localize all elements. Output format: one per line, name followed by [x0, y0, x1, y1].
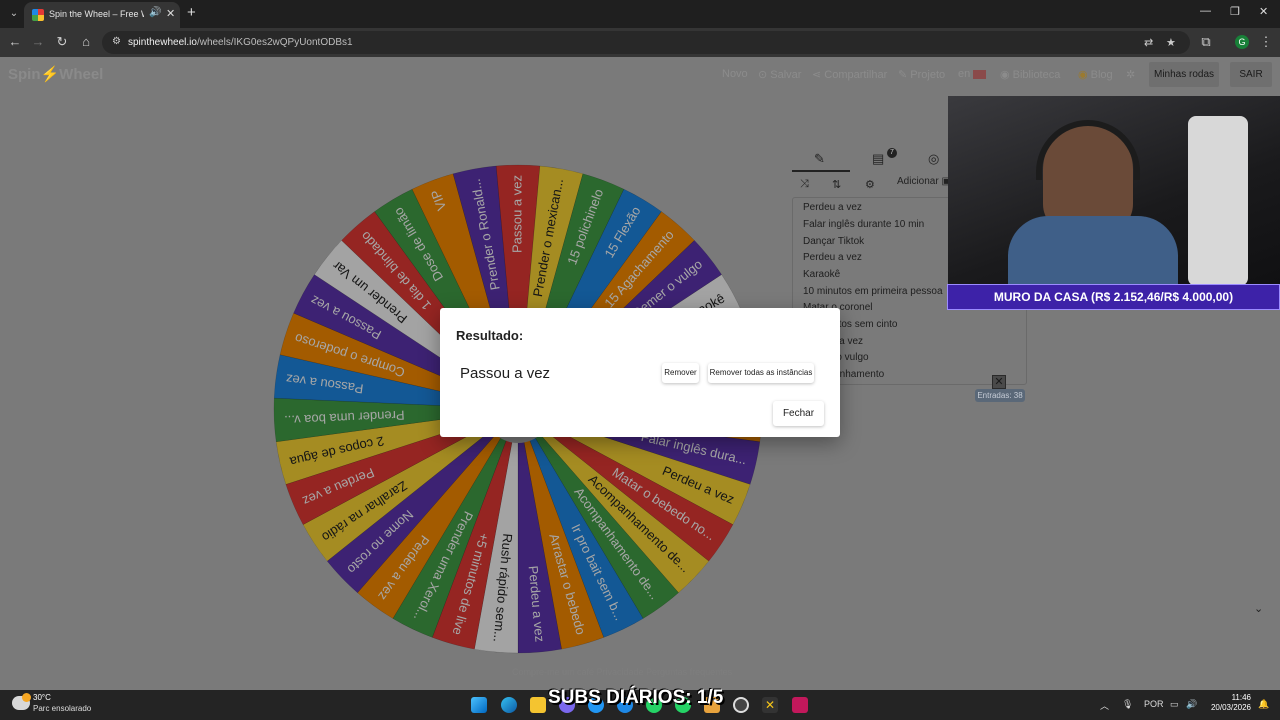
results-count-badge: 7 [887, 148, 897, 158]
obs-icon[interactable] [733, 697, 749, 713]
weather-desc: Parc ensolarado [33, 704, 92, 713]
file-explorer-icon[interactable] [530, 697, 546, 713]
speaker-icon[interactable]: 🔊 [149, 7, 161, 18]
shuffle-icon[interactable]: ⤨ [800, 178, 809, 191]
url-text: spinthewheel.io/wheels/IKG0es2wQPyUontOD… [128, 37, 353, 48]
forward-icon[interactable]: → [30, 34, 46, 49]
entry-line: Perdeu a vez [803, 202, 862, 213]
weather-sun-icon [22, 693, 31, 702]
result-title: Resultado: [456, 328, 524, 343]
reload-icon[interactable]: ↻ [54, 34, 70, 50]
new-tab-button[interactable]: + [187, 4, 196, 21]
menu-icon[interactable]: ⋮ [1258, 34, 1274, 50]
logout-button[interactable]: SAIR [1230, 62, 1272, 87]
edge-icon[interactable] [501, 697, 517, 713]
network-icon[interactable]: ▭ [1170, 699, 1179, 710]
streamer-shirt [1008, 216, 1178, 286]
nav-library[interactable]: ◉ Biblioteca [1000, 68, 1060, 81]
results-tab-icon[interactable]: ▤ [872, 151, 884, 167]
url-bar[interactable]: ⚙ spinthewheel.io/wheels/IKG0es2wQPyUont… [102, 31, 1190, 54]
home-icon[interactable]: ⌂ [78, 34, 94, 49]
close-tab-icon[interactable]: ✕ [166, 7, 175, 20]
notification-bell-icon[interactable]: 🔔 [1258, 699, 1269, 710]
chair [1188, 116, 1248, 286]
nav-share[interactable]: ⋖ Compartilhar [812, 68, 887, 81]
close-ad-icon[interactable]: ✕ [992, 375, 1006, 389]
edit-tab-pencil-icon[interactable]: ✎ [814, 151, 825, 167]
tray-chevron-icon[interactable]: ︿ [1100, 699, 1109, 712]
tab-search-icon[interactable]: ⌄ [6, 6, 22, 22]
blog-icon: ◉ [1078, 69, 1091, 81]
headphones [1036, 120, 1140, 180]
bookmark-star-icon[interactable]: ★ [1166, 36, 1176, 49]
weather-temp: 30°C [33, 693, 51, 702]
add-entry-button[interactable]: Adicionar ▣ [897, 176, 951, 187]
entry-line: 10 minutos em primeira pessoa [803, 286, 943, 297]
minimize-icon[interactable]: — [1200, 5, 1211, 17]
settings-gear-icon[interactable]: ⚙ [865, 178, 875, 191]
donation-goal-banner: MURO DA CASA (R$ 2.152,46/R$ 4.000,00) [947, 284, 1280, 310]
daily-subs-overlay: SUBS DIÁRIOS: 1/5 [548, 687, 724, 708]
active-tab-indicator [792, 170, 850, 172]
footer-links[interactable]: Compre-me um café Privacidade Perguntas … [512, 667, 732, 677]
nav-blog[interactable]: ◉ Blog [1078, 68, 1113, 81]
windows-taskbar: 30°C Parc ensolarado ✕ SUBS DIÁRIOS: 1/5… [0, 687, 1280, 720]
entries-count-badge: Entradas: 38 [975, 389, 1025, 402]
close-window-icon[interactable]: ✕ [1259, 5, 1268, 18]
close-dialog-button[interactable]: Fechar [773, 401, 824, 426]
share-icon: ⋖ [812, 69, 825, 81]
microphone-icon[interactable]: 🎙 [1122, 699, 1133, 710]
globe-icon: ◉ [1000, 69, 1013, 81]
site-info-icon[interactable]: ⚙ [112, 36, 121, 47]
favicon-icon [32, 9, 44, 21]
entry-line: Dançar Tiktok [803, 236, 865, 247]
tab-title: Spin the Wheel – Free Wheel Spinner [49, 9, 144, 19]
entry-line: Falar inglês durante 10 min [803, 219, 925, 230]
translate-icon[interactable]: ⇄ [1144, 36, 1153, 49]
tools-icon[interactable]: ✕ [762, 697, 778, 713]
pencil-icon: ✎ [898, 69, 911, 81]
webcam-overlay [948, 96, 1280, 286]
clock[interactable]: 11:46 20/03/2026 [1205, 693, 1251, 713]
remove-button[interactable]: Remover [662, 363, 699, 383]
save-icon: ⊙ [758, 69, 771, 81]
nav-save[interactable]: ⊙ Salvar [758, 68, 801, 81]
settings-icon[interactable]: ✲ [1126, 68, 1135, 81]
browser-tab[interactable]: Spin the Wheel – Free Wheel Spinner 🔊 ✕ [24, 2, 180, 28]
browser-tab-strip: ⌄ Spin the Wheel – Free Wheel Spinner 🔊 … [0, 0, 1280, 28]
restore-icon[interactable]: ❐ [1230, 5, 1240, 18]
hide-eye-icon[interactable]: ◎ [928, 151, 939, 167]
result-dialog: Resultado: Passou a vez Remover Remover … [440, 308, 840, 437]
keyboard-language[interactable]: POR [1144, 699, 1164, 709]
remove-all-button[interactable]: Remover todas as instâncias [708, 363, 814, 383]
entry-line: Perdeu a vez [803, 252, 862, 263]
my-wheels-button[interactable]: Minhas rodas [1149, 62, 1219, 87]
entry-line: Karaokê [803, 269, 841, 280]
nav-project[interactable]: ✎ Projeto [898, 68, 945, 81]
nav-language[interactable]: en [958, 68, 987, 80]
address-toolbar: ← → ↻ ⌂ ⚙ spinthewheel.io/wheels/IKG0es2… [0, 28, 1280, 57]
back-icon[interactable]: ← [7, 34, 23, 49]
start-windows-icon[interactable] [471, 697, 487, 713]
app-red-icon[interactable] [792, 697, 808, 713]
result-value: Passou a vez [460, 365, 551, 382]
extensions-icon[interactable]: ⧉ [1198, 34, 1214, 50]
scroll-down-chevron-icon[interactable]: ⌄ [1254, 602, 1263, 615]
nav-new[interactable]: Novo [722, 68, 748, 80]
volume-icon[interactable]: 🔊 [1186, 699, 1197, 710]
sort-icon[interactable]: ⇅ [832, 178, 841, 191]
site-logo[interactable]: Spin⚡Wheel [8, 65, 103, 83]
profile-avatar[interactable]: G [1235, 35, 1249, 49]
uk-flag-icon [973, 69, 987, 79]
